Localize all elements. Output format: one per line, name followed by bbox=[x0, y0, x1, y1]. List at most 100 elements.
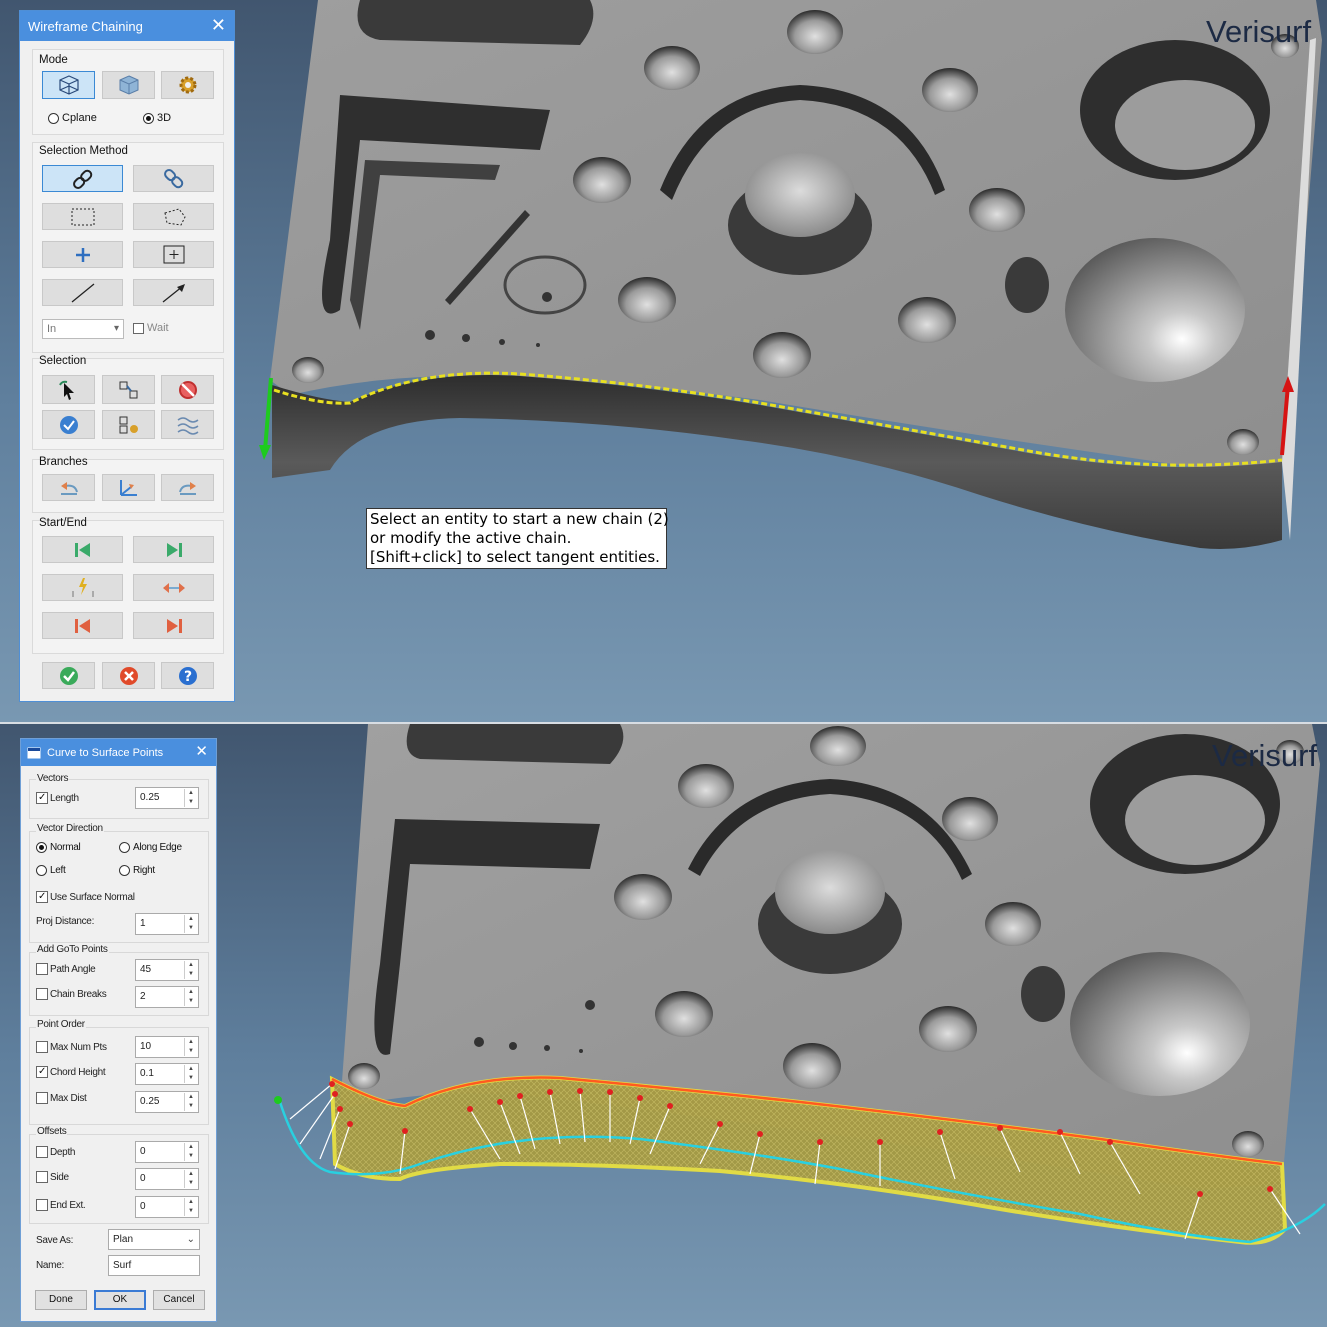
end-ext-input[interactable]: 0 ▲ ▼ bbox=[135, 1196, 199, 1218]
save-as-label: Save As: bbox=[36, 1235, 74, 1246]
spinner-icon[interactable]: ▲ ▼ bbox=[184, 1143, 197, 1161]
polygon-select-button[interactable] bbox=[133, 203, 214, 230]
radio-right[interactable]: Right bbox=[119, 865, 155, 876]
reverse-button[interactable] bbox=[133, 574, 214, 601]
radio-left-dot bbox=[36, 865, 47, 876]
single-select-button[interactable] bbox=[42, 241, 123, 268]
radio-cplane[interactable]: Cplane bbox=[48, 112, 97, 124]
radio-left[interactable]: Left bbox=[36, 865, 66, 876]
wireframe-chaining-dialog: Wireframe Chaining ✕ Mode Cplane 3D Sele… bbox=[19, 10, 235, 702]
depth-checkbox[interactable]: Depth bbox=[36, 1146, 75, 1158]
dialog-titlebar[interactable]: Wireframe Chaining ✕ bbox=[20, 11, 234, 41]
radio-normal[interactable]: Normal bbox=[36, 842, 81, 853]
last-chain-button[interactable] bbox=[102, 375, 155, 404]
path-angle-checkbox[interactable]: Path Angle bbox=[36, 963, 96, 975]
side-input[interactable]: 0 ▲ ▼ bbox=[135, 1168, 199, 1190]
close-icon[interactable]: ✕ bbox=[195, 742, 208, 760]
end-last-button[interactable] bbox=[133, 536, 214, 563]
spinner-icon[interactable]: ▲ ▼ bbox=[184, 961, 197, 979]
vector-arrow-button[interactable] bbox=[133, 279, 214, 306]
partial-chain-icon bbox=[163, 168, 183, 188]
radio-along-edge[interactable]: Along Edge bbox=[119, 842, 182, 853]
side-checkbox[interactable]: Side bbox=[36, 1171, 69, 1183]
in-out-combo[interactable]: In ▾ bbox=[42, 319, 124, 339]
dome bbox=[1065, 238, 1245, 382]
end-ext-checkbox[interactable]: End Ext. bbox=[36, 1199, 86, 1211]
dynamic-icon bbox=[71, 577, 94, 597]
chord-height-checkbox[interactable]: ✓ Chord Height bbox=[36, 1066, 106, 1078]
unselect-button[interactable] bbox=[161, 375, 214, 404]
use-surface-normal-checkbox[interactable]: ✓ Use Surface Normal bbox=[36, 891, 135, 903]
max-num-pts-label: Max Num Pts bbox=[50, 1041, 107, 1053]
length-input[interactable]: 0.25 ▲ ▼ bbox=[135, 787, 199, 809]
area-select-button[interactable] bbox=[133, 241, 214, 268]
proj-distance-input[interactable]: 1 ▲ ▼ bbox=[135, 913, 199, 935]
offsets-label: Offsets bbox=[36, 1126, 68, 1137]
spinner-icon[interactable]: ▲ ▼ bbox=[184, 789, 197, 807]
start-end-label: Start/End bbox=[39, 517, 87, 529]
select-button[interactable] bbox=[42, 375, 95, 404]
max-num-pts-checkbox[interactable]: Max Num Pts bbox=[36, 1041, 107, 1053]
chain-breaks-input[interactable]: 2 ▲ ▼ bbox=[135, 986, 199, 1008]
branch-back-button[interactable] bbox=[42, 474, 95, 501]
ok-check-icon bbox=[59, 666, 78, 685]
chain-button[interactable] bbox=[42, 165, 123, 192]
single-point-icon bbox=[75, 247, 90, 262]
chain-options-button[interactable] bbox=[102, 410, 155, 439]
path-angle-value: 45 bbox=[140, 964, 152, 975]
radio-3d[interactable]: 3D bbox=[143, 112, 171, 124]
depth-input[interactable]: 0 ▲ ▼ bbox=[135, 1141, 199, 1163]
name-field[interactable]: Surf bbox=[108, 1255, 200, 1276]
ok-button[interactable] bbox=[42, 662, 95, 689]
spinner-icon[interactable]: ▲ ▼ bbox=[184, 1170, 197, 1188]
chord-height-input[interactable]: 0.1 ▲ ▼ bbox=[135, 1063, 199, 1085]
chain-breaks-checkbox[interactable]: Chain Breaks bbox=[36, 988, 107, 1000]
wait-checkbox[interactable]: Wait bbox=[133, 322, 169, 334]
dialog2-titlebar[interactable]: Curve to Surface Points ✕ bbox=[21, 739, 216, 766]
radio-along-edge-dot bbox=[119, 842, 130, 853]
move-start-button[interactable] bbox=[42, 612, 123, 639]
path-angle-input[interactable]: 45 ▲ ▼ bbox=[135, 959, 199, 981]
vector-select-button[interactable] bbox=[42, 279, 123, 306]
max-num-pts-input[interactable]: 10 ▲ ▼ bbox=[135, 1036, 199, 1058]
name-label: Name: bbox=[36, 1260, 64, 1271]
radio-cplane-dot bbox=[48, 112, 59, 124]
spinner-icon[interactable]: ▲ ▼ bbox=[184, 915, 197, 933]
combo-value: In bbox=[47, 323, 57, 335]
done-button[interactable]: Done bbox=[35, 1290, 87, 1310]
save-as-select[interactable]: Plan ⌄ bbox=[108, 1229, 200, 1250]
vectors-label: Vectors bbox=[36, 773, 70, 784]
dynamic-button[interactable] bbox=[42, 574, 123, 601]
cancel-button[interactable] bbox=[102, 662, 155, 689]
wireframe-mode-button[interactable] bbox=[42, 71, 95, 99]
radio-normal-label: Normal bbox=[50, 842, 81, 853]
max-dist-input[interactable]: 0.25 ▲ ▼ bbox=[135, 1091, 199, 1113]
spinner-icon[interactable]: ▲ ▼ bbox=[184, 1038, 197, 1056]
cancel-button[interactable]: Cancel bbox=[153, 1290, 205, 1310]
branch-axis-button[interactable] bbox=[102, 474, 155, 501]
start-first-button[interactable] bbox=[42, 536, 123, 563]
branch-forward-button[interactable] bbox=[161, 474, 214, 501]
side-box bbox=[36, 1171, 48, 1183]
top-viewport[interactable]: Verisurf Select an entity to start a new… bbox=[0, 0, 1327, 724]
spinner-icon[interactable]: ▲ ▼ bbox=[184, 1093, 197, 1111]
spinner-icon[interactable]: ▲ ▼ bbox=[184, 1065, 197, 1083]
length-checkbox[interactable]: ✓ Length bbox=[36, 792, 79, 804]
brand-logo: Verisurf bbox=[1206, 14, 1312, 49]
spinner-icon[interactable]: ▲ ▼ bbox=[184, 1198, 197, 1216]
ok-button[interactable]: OK bbox=[94, 1290, 146, 1310]
solid-mode-button[interactable] bbox=[102, 71, 155, 99]
mode-options-button[interactable] bbox=[161, 71, 214, 99]
similar-button[interactable] bbox=[161, 410, 214, 439]
round-pocket-floor bbox=[1125, 775, 1265, 865]
spinner-icon[interactable]: ▲ ▼ bbox=[184, 988, 197, 1006]
max-dist-checkbox[interactable]: Max Dist bbox=[36, 1092, 87, 1104]
move-end-button[interactable] bbox=[133, 612, 214, 639]
chevron-down-icon: ⌄ bbox=[186, 1234, 195, 1245]
close-icon[interactable]: ✕ bbox=[211, 15, 226, 36]
select-all-button[interactable] bbox=[42, 410, 95, 439]
partial-chain-button[interactable] bbox=[133, 165, 214, 192]
window-select-button[interactable] bbox=[42, 203, 123, 230]
help-button[interactable]: ? bbox=[161, 662, 214, 689]
move-start-icon bbox=[74, 618, 90, 633]
